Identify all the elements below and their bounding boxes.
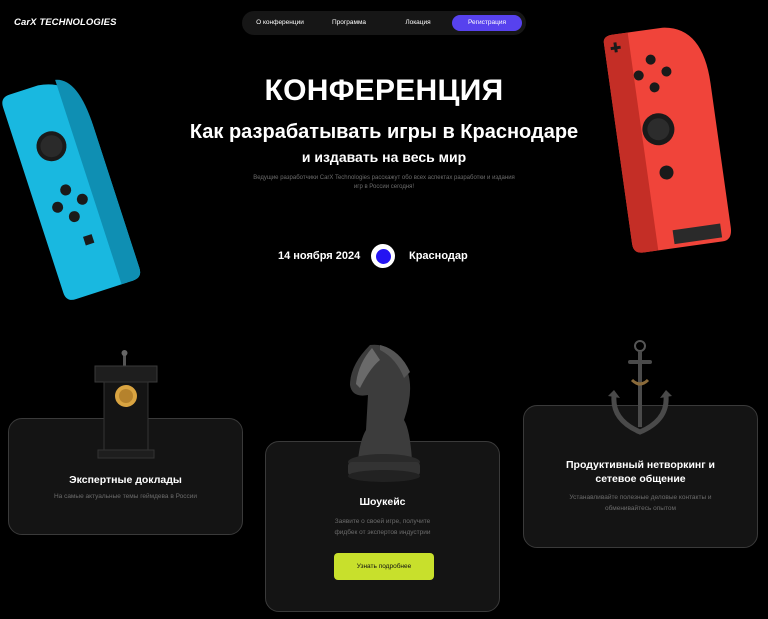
- nav-item-location[interactable]: Локация: [390, 15, 446, 31]
- hero-description: Ведущие разработчики CarX Technologies р…: [253, 175, 515, 190]
- event-city: Краснодар: [409, 250, 468, 262]
- card-title: Экспертные доклады: [69, 474, 182, 486]
- card-description: Заявите о своей игре, получите фидбек от…: [334, 518, 431, 536]
- hero-subtitle-2: и издавать на весь мир: [301, 149, 467, 165]
- logo[interactable]: CarX TECHNOLOGIES: [14, 17, 117, 28]
- card-description: Устанавливайте полезные деловые контакты…: [569, 494, 712, 512]
- card-description: На самые актуальные темы геймдева в Росс…: [53, 493, 198, 500]
- nav-item-register[interactable]: Регистрация: [452, 15, 522, 31]
- card-title: Продуктивный нетворкинг и сетевое общени…: [566, 459, 715, 485]
- feature-card-expert-talks: Экспертные доклады На самые актуальные т…: [8, 418, 243, 535]
- learn-more-button[interactable]: Узнать подробнее: [334, 553, 434, 580]
- hero-subtitle: Как разрабатывать игры в Краснодаре: [189, 121, 579, 143]
- event-date: 14 ноября 2024: [278, 250, 361, 262]
- nav-item-about[interactable]: О конференции: [248, 15, 312, 31]
- feature-card-networking: Продуктивный нетворкинг и сетевое общени…: [523, 405, 758, 548]
- nav-bar: О конференции Программа Локация Регистра…: [242, 11, 526, 35]
- feature-card-showcase: Шоукейс Заявите о своей игре, получите ф…: [265, 441, 500, 612]
- nav-item-program[interactable]: Программа: [322, 15, 376, 31]
- card-title: Шоукейс: [359, 496, 406, 508]
- location-dot-icon: [371, 244, 395, 268]
- hero-title: КОНФЕРЕНЦИЯ: [264, 74, 504, 107]
